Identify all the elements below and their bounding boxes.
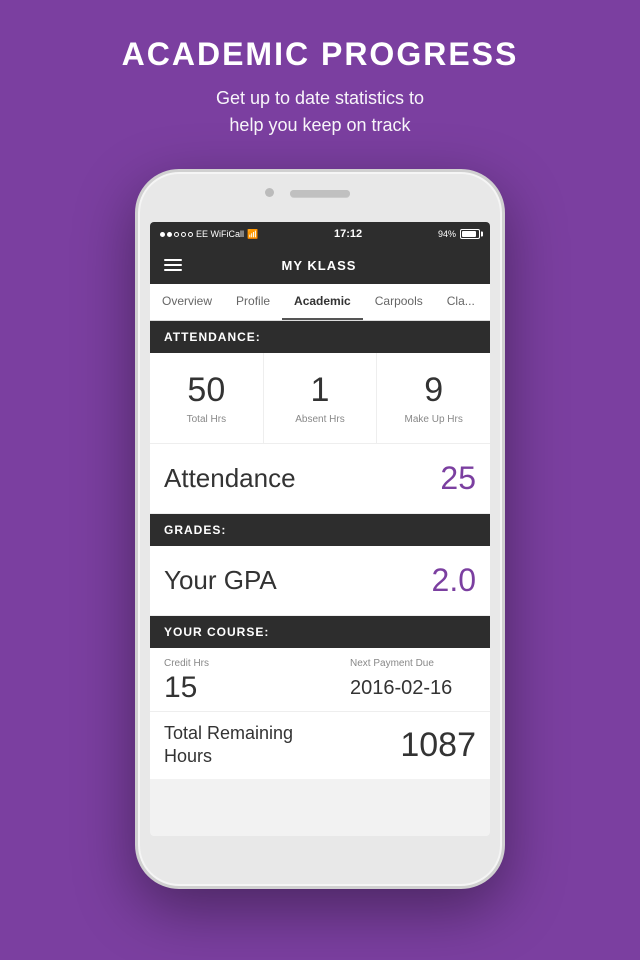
page-header: ACADEMIC PROGRESS Get up to date statist… <box>102 0 539 159</box>
signal-dot-4 <box>181 232 186 237</box>
stat-absent-label: Absent Hrs <box>272 414 369 425</box>
status-right: 94% <box>438 229 480 239</box>
next-payment-col: Next Payment Due 2016-02-16 <box>350 658 476 705</box>
hamburger-line-1 <box>164 259 182 261</box>
grades-section-header: GRADES: <box>150 514 490 546</box>
battery-pct: 94% <box>438 229 456 239</box>
remaining-row: Total RemainingHours 1087 <box>150 711 490 779</box>
course-header-text: YOUR COURSE: <box>164 625 269 639</box>
phone-button-right <box>502 322 505 372</box>
signal-dot-3 <box>174 232 179 237</box>
tabs-bar: Overview Profile Academic Carpools Cla..… <box>150 284 490 321</box>
hamburger-line-2 <box>164 264 182 266</box>
stat-total-hrs: 50 Total Hrs <box>150 353 264 443</box>
tab-profile[interactable]: Profile <box>224 284 282 320</box>
phone-button-left2 <box>135 342 138 372</box>
remaining-value: 1087 <box>400 726 476 765</box>
stat-makeup-label: Make Up Hrs <box>385 414 482 425</box>
hamburger-line-3 <box>164 269 182 271</box>
hamburger-menu[interactable] <box>164 259 182 271</box>
nav-bar: MY KLASS <box>150 246 490 284</box>
main-subheading: Get up to date statistics tohelp you kee… <box>122 85 519 139</box>
tab-class[interactable]: Cla... <box>435 284 487 320</box>
attendance-score-title: Attendance <box>164 463 296 494</box>
course-section-header: YOUR COURSE: <box>150 616 490 648</box>
stat-total-value: 50 <box>158 371 255 410</box>
gpa-row: Your GPA 2.0 <box>150 546 490 616</box>
screen-content: ATTENDANCE: 50 Total Hrs 1 Absent Hrs 9 … <box>150 321 490 779</box>
gpa-title: Your GPA <box>164 565 277 596</box>
attendance-stats-row: 50 Total Hrs 1 Absent Hrs 9 Make Up Hrs <box>150 353 490 444</box>
credit-hrs-value: 15 <box>164 671 290 705</box>
tab-carpools[interactable]: Carpools <box>363 284 435 320</box>
grades-header-text: GRADES: <box>164 523 226 537</box>
attendance-score-row: Attendance 25 <box>150 444 490 514</box>
carrier-label: EE WiFiCall <box>196 229 244 239</box>
nav-title: MY KLASS <box>182 258 456 273</box>
attendance-header-text: ATTENDANCE: <box>164 330 261 344</box>
main-heading: ACADEMIC PROGRESS <box>122 36 519 73</box>
next-payment-value: 2016-02-16 <box>350 671 476 700</box>
status-left: EE WiFiCall 📶 <box>160 229 258 240</box>
credit-hrs-col: Credit Hrs 15 <box>164 658 290 705</box>
battery-fill <box>462 231 476 237</box>
stat-absent-hrs: 1 Absent Hrs <box>264 353 378 443</box>
stat-makeup-value: 9 <box>385 371 482 410</box>
battery-icon <box>460 229 480 239</box>
course-details: Credit Hrs 15 Next Payment Due 2016-02-1… <box>150 648 490 779</box>
phone-frame: EE WiFiCall 📶 17:12 94% MY KLASS <box>135 169 505 889</box>
phone-camera <box>265 188 274 197</box>
status-bar: EE WiFiCall 📶 17:12 94% <box>150 222 490 246</box>
stat-absent-value: 1 <box>272 371 369 410</box>
stat-makeup-hrs: 9 Make Up Hrs <box>377 353 490 443</box>
stat-total-label: Total Hrs <box>158 414 255 425</box>
tab-overview[interactable]: Overview <box>150 284 224 320</box>
course-detail-row: Credit Hrs 15 Next Payment Due 2016-02-1… <box>150 648 490 709</box>
gpa-value: 2.0 <box>432 562 476 599</box>
remaining-title: Total RemainingHours <box>164 722 293 769</box>
signal-dots <box>160 232 193 237</box>
phone-screen: EE WiFiCall 📶 17:12 94% MY KLASS <box>150 222 490 836</box>
phone-button-left <box>135 302 138 332</box>
wifi-icon: 📶 <box>247 229 258 240</box>
phone-speaker <box>290 190 350 197</box>
tab-academic[interactable]: Academic <box>282 284 363 320</box>
status-time: 17:12 <box>334 228 362 240</box>
signal-dot-2 <box>167 232 172 237</box>
signal-dot-5 <box>188 232 193 237</box>
attendance-score-value: 25 <box>440 460 476 497</box>
signal-dot-1 <box>160 232 165 237</box>
credit-hrs-label: Credit Hrs <box>164 658 290 669</box>
attendance-section-header: ATTENDANCE: <box>150 321 490 353</box>
next-payment-label: Next Payment Due <box>350 658 476 669</box>
